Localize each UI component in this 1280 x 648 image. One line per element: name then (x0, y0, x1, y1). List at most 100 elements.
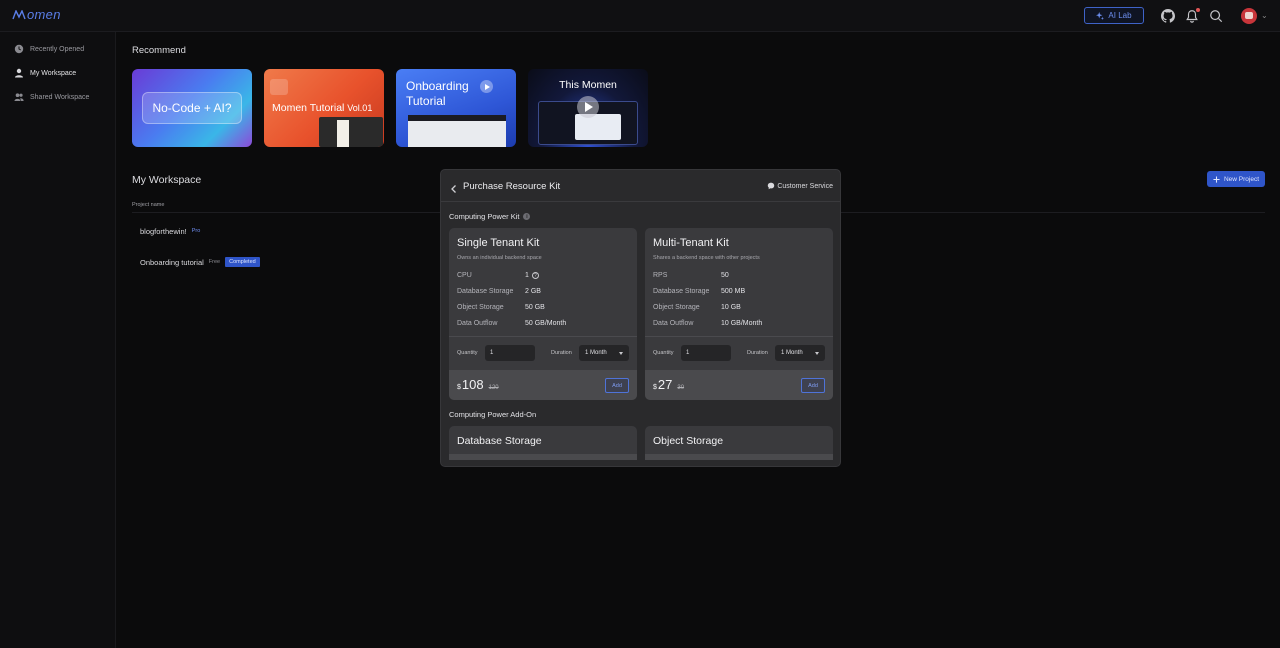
spec-label: RPS (653, 272, 668, 279)
customer-service-label: Customer Service (777, 182, 833, 190)
spec-value: 10 GB/Month (721, 320, 763, 327)
play-icon (480, 80, 493, 93)
card-screenshot (408, 115, 506, 147)
addon-card-bottom (645, 454, 833, 460)
price-amount: 108 (461, 377, 484, 392)
kit-card-single-tenant: Single Tenant Kit Owns an individual bac… (449, 228, 637, 400)
bell-icon[interactable] (1185, 8, 1200, 23)
duration-select[interactable]: 1 Month (775, 345, 825, 361)
recommend-card-momen-tutorial[interactable]: Momen Tutorial Vol.01 (264, 69, 384, 147)
spec-value-text: 1 (525, 272, 529, 279)
notification-dot (1196, 8, 1200, 12)
purchase-resource-kit-modal: Purchase Resource Kit Customer Service C… (440, 169, 841, 467)
card-decoration (270, 79, 288, 95)
caret-down-icon (815, 351, 819, 355)
question-icon[interactable]: ? (531, 272, 539, 279)
project-row[interactable]: blogforthewin! Pro (140, 225, 200, 237)
addon-card-database-storage: Database Storage (449, 426, 637, 460)
top-bar: omen AI Lab ⌄ (0, 0, 1280, 32)
sidebar-item-label: Recently Opened (30, 45, 85, 53)
price-band: $ 108 120 Add (449, 370, 637, 400)
chat-bubble-icon (768, 182, 775, 190)
caret-down-icon (619, 351, 623, 355)
kit-card-multi-tenant: Multi-Tenant Kit Shares a backend space … (645, 228, 833, 400)
spec-value: 50 (721, 272, 729, 279)
card-title: No-Code + AI? (152, 101, 232, 115)
duration-select[interactable]: 1 Month (579, 345, 629, 361)
original-price: 120 (488, 385, 499, 391)
avatar[interactable] (1241, 8, 1257, 24)
duration-label: Duration (551, 350, 572, 356)
customer-service-link[interactable]: Customer Service (767, 182, 833, 190)
project-row[interactable]: Onboarding tutorial Free Completed (140, 256, 260, 268)
ai-lab-button[interactable]: AI Lab (1084, 7, 1144, 24)
quantity-label: Quantity (653, 350, 674, 356)
card-title: Momen Tutorial Vol.01 (272, 102, 372, 114)
add-button[interactable]: Add (605, 378, 629, 393)
section-computing-power-kit: Computing Power Kit i (449, 212, 531, 221)
chevron-down-icon[interactable]: ⌄ (1261, 11, 1268, 20)
momen-logo[interactable]: omen (12, 7, 61, 22)
spec-label: Object Storage (653, 304, 700, 311)
sidebar-item-my-workspace[interactable]: My Workspace (14, 66, 76, 80)
duration-value: 1 Month (781, 350, 803, 356)
plan-badge: Pro (191, 228, 201, 234)
sidebar: Recently Opened My Workspace Shared Work… (0, 32, 116, 648)
sidebar-item-recently-opened[interactable]: Recently Opened (14, 42, 84, 56)
recommend-card-this-momen[interactable]: This Momen (528, 69, 648, 147)
plus-icon (1213, 175, 1220, 183)
duration-label: Duration (747, 350, 768, 356)
modal-title: Purchase Resource Kit (463, 181, 561, 192)
recommend-card-no-code-ai[interactable]: No-Code + AI? (132, 69, 252, 147)
addon-name: Database Storage (457, 435, 542, 447)
quantity-input[interactable]: 1 (485, 345, 535, 361)
info-icon[interactable]: i (523, 213, 531, 220)
card-title: This Momen (559, 79, 617, 91)
price-band: $ 27 30 Add (645, 370, 833, 400)
section-computing-power-addon: Computing Power Add-On (449, 410, 536, 419)
status-badge: Completed (225, 257, 260, 267)
kit-description: Shares a backend space with other projec… (653, 255, 760, 261)
spec-label: Data Outflow (653, 320, 694, 327)
clock-icon (14, 44, 24, 54)
spec-label: Data Outflow (457, 320, 498, 327)
card-title-suffix: Vol.01 (347, 103, 373, 113)
card-title-main: Momen Tutorial (272, 102, 345, 114)
kit-name: Single Tenant Kit (457, 237, 540, 249)
card-screenshot (319, 117, 383, 147)
price-amount: 27 (657, 377, 673, 392)
github-icon[interactable] (1161, 9, 1175, 23)
addon-card-object-storage: Object Storage (645, 426, 833, 460)
plan-badge: Free (208, 259, 221, 265)
sparkle-icon (1096, 11, 1105, 20)
section-title: Computing Power Kit (449, 212, 520, 221)
currency-symbol: $ (457, 384, 461, 391)
sidebar-item-shared-workspace[interactable]: Shared Workspace (14, 90, 89, 104)
currency-symbol: $ (653, 384, 657, 391)
spec-label: Object Storage (457, 304, 504, 311)
search-icon[interactable] (1209, 9, 1223, 23)
spec-label: Database Storage (457, 288, 514, 295)
recommend-card-onboarding-tutorial[interactable]: Onboarding Tutorial (396, 69, 516, 147)
new-project-button[interactable]: New Project (1207, 171, 1265, 187)
quantity-input[interactable]: 1 (681, 345, 731, 361)
recommend-title: Recommend (132, 45, 186, 56)
add-button[interactable]: Add (801, 378, 825, 393)
sidebar-item-label: My Workspace (30, 69, 77, 77)
project-name: Onboarding tutorial (140, 257, 204, 267)
modal-header: Purchase Resource Kit Customer Service (441, 170, 840, 202)
original-price: 30 (677, 385, 685, 391)
spec-value: 50 GB (525, 304, 545, 311)
price: $ 108 120 (457, 377, 499, 392)
spec-value: 2 GB (525, 288, 541, 295)
new-project-label: New Project (1223, 175, 1260, 183)
user-icon (15, 68, 23, 78)
play-icon[interactable] (577, 96, 599, 118)
back-arrow-icon[interactable] (449, 181, 459, 193)
spec-label: Database Storage (653, 288, 710, 295)
duration-value: 1 Month (585, 350, 607, 356)
section-title: Computing Power Add-On (449, 410, 537, 419)
kit-name: Multi-Tenant Kit (653, 237, 729, 249)
card-title-line1: Onboarding (406, 79, 469, 93)
project-name: blogforthewin! (140, 226, 187, 236)
